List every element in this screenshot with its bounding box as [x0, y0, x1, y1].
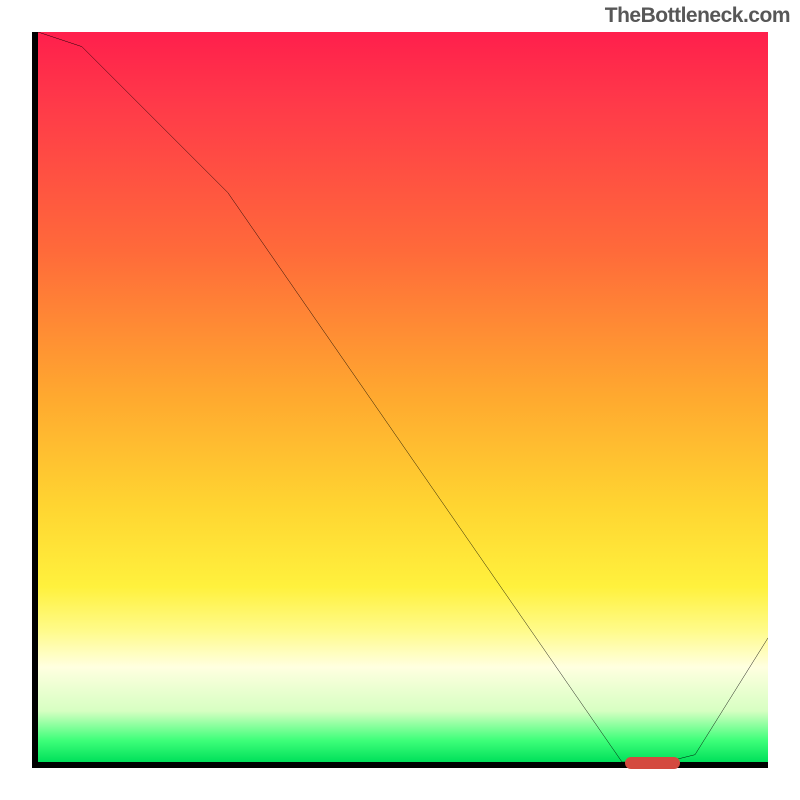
attribution-label: TheBottleneck.com [605, 4, 790, 28]
chart-plot-area [32, 32, 768, 768]
chart-marker-optimal-range [627, 759, 679, 767]
chart-line-series [38, 32, 768, 762]
